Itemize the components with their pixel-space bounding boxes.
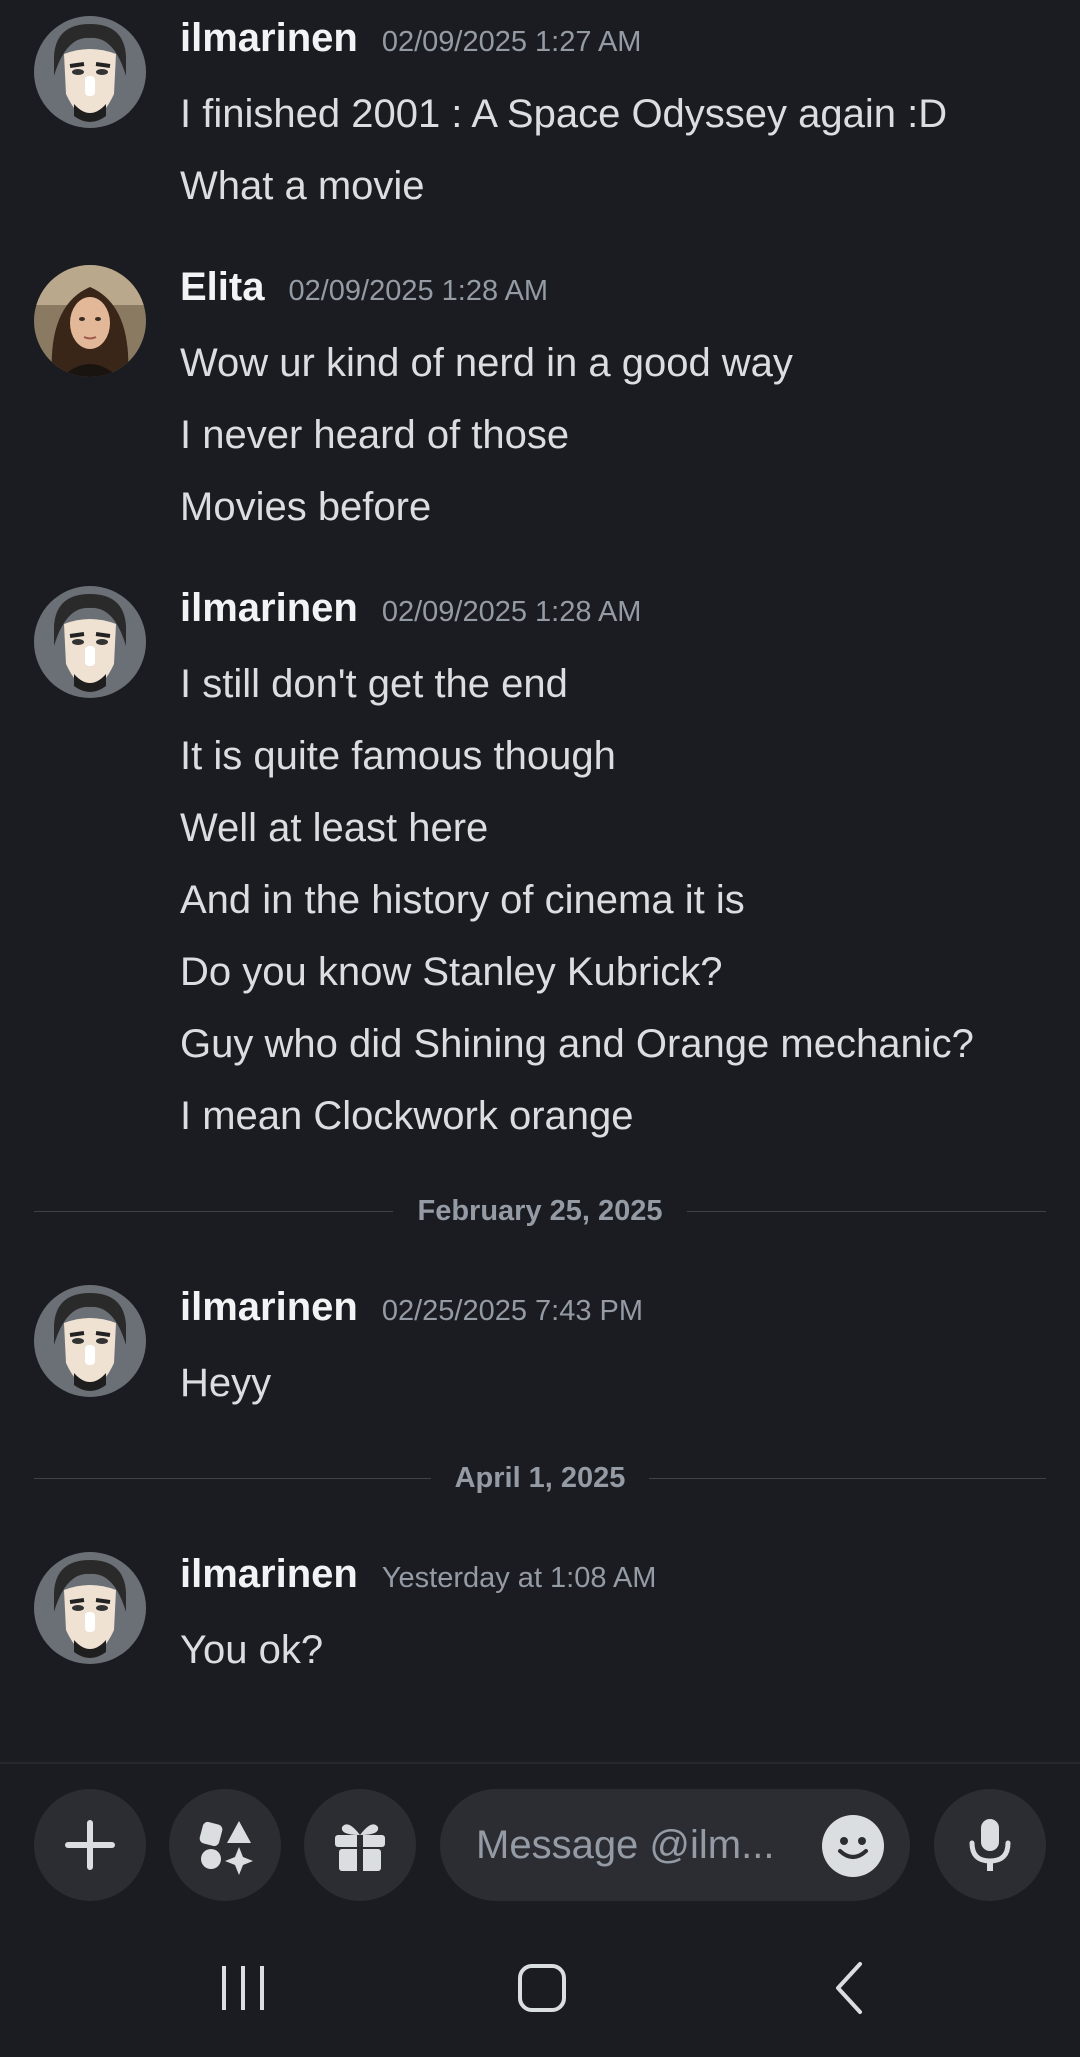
plus-icon bbox=[65, 1820, 115, 1870]
recent-apps-icon[interactable] bbox=[218, 1960, 268, 2016]
message-line[interactable]: It is quite famous though bbox=[180, 720, 1040, 792]
message-line[interactable]: Well at least here bbox=[180, 792, 1040, 864]
message-line[interactable]: Heyy bbox=[180, 1347, 1040, 1419]
message-author[interactable]: ilmarinen bbox=[180, 1552, 358, 1597]
gift-button[interactable] bbox=[304, 1789, 416, 1901]
message-line[interactable]: And in the history of cinema it is bbox=[180, 864, 1040, 936]
message-timestamp: 02/09/2025 1:27 AM bbox=[381, 26, 642, 58]
avatar-ilmarinen[interactable] bbox=[34, 1285, 146, 1397]
message-timestamp: Yesterday at 1:08 AM bbox=[381, 1562, 657, 1594]
divider-rule bbox=[686, 1210, 1047, 1212]
divider-rule bbox=[34, 1210, 394, 1212]
emoji-button[interactable] bbox=[822, 1815, 884, 1877]
message-line[interactable]: Wow ur kind of nerd in a good way bbox=[180, 327, 1040, 399]
message-input-placeholder: Message @ilm... bbox=[476, 1823, 775, 1867]
message-line[interactable]: You ok? bbox=[180, 1614, 1040, 1686]
apps-button[interactable] bbox=[169, 1789, 281, 1901]
microphone-icon bbox=[969, 1819, 1011, 1871]
composer-separator bbox=[0, 1762, 1080, 1764]
gift-icon bbox=[335, 1824, 385, 1871]
message-input[interactable]: Message @ilm... bbox=[440, 1789, 910, 1901]
divider-rule bbox=[34, 1477, 431, 1479]
add-attachment-button[interactable] bbox=[34, 1789, 146, 1901]
message-author[interactable]: ilmarinen bbox=[180, 586, 358, 631]
message-line[interactable]: I finished 2001 : A Space Odyssey again … bbox=[180, 78, 1040, 150]
message-author[interactable]: ilmarinen bbox=[180, 1285, 358, 1330]
message-timestamp: 02/25/2025 7:43 PM bbox=[381, 1295, 644, 1327]
avatar-ilmarinen[interactable] bbox=[34, 16, 146, 128]
message-line[interactable]: I mean Clockwork orange bbox=[180, 1080, 1040, 1152]
avatar-elita[interactable] bbox=[34, 265, 146, 377]
apps-icon bbox=[199, 1821, 253, 1875]
message-timestamp: 02/09/2025 1:28 AM bbox=[381, 596, 642, 628]
message-line[interactable]: I never heard of those bbox=[180, 399, 1040, 471]
message-line[interactable]: I still don't get the end bbox=[180, 648, 1040, 720]
avatar-ilmarinen[interactable] bbox=[34, 1552, 146, 1664]
message-author[interactable]: Elita bbox=[180, 265, 264, 310]
date-divider-label: February 25, 2025 bbox=[417, 1194, 663, 1227]
divider-rule bbox=[649, 1477, 1046, 1479]
date-divider: February 25, 2025 bbox=[34, 1191, 1047, 1231]
message-line[interactable]: Movies before bbox=[180, 471, 1040, 543]
message-line[interactable]: What a movie bbox=[180, 150, 1040, 222]
dm-screen: ilmarinen 02/09/2025 1:27 AM I finished … bbox=[0, 0, 1080, 2057]
message-author[interactable]: ilmarinen bbox=[180, 16, 358, 61]
emoji-icon bbox=[838, 1837, 868, 1859]
voice-message-button[interactable] bbox=[934, 1789, 1046, 1901]
date-divider: April 1, 2025 bbox=[34, 1458, 1046, 1498]
date-divider-label: April 1, 2025 bbox=[454, 1461, 626, 1494]
message-line[interactable]: Guy who did Shining and Orange mechanic? bbox=[180, 1008, 1040, 1080]
home-icon[interactable] bbox=[514, 1960, 570, 2016]
message-line[interactable]: Do you know Stanley Kubrick? bbox=[180, 936, 1040, 1008]
message-timestamp: 02/09/2025 1:28 AM bbox=[288, 275, 549, 307]
back-icon[interactable] bbox=[828, 1960, 868, 2016]
avatar-ilmarinen[interactable] bbox=[34, 586, 146, 698]
